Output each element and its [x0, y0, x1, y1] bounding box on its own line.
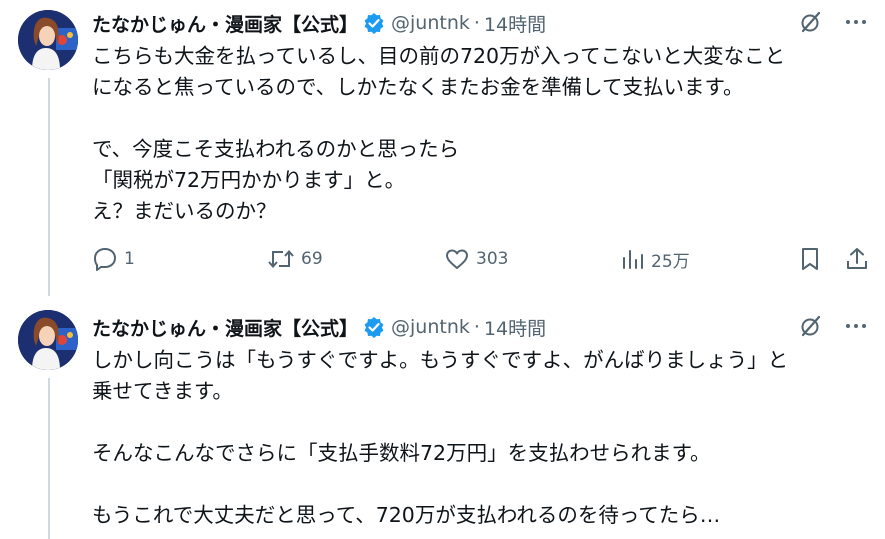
- tweet-text-line: もうこれで大丈夫だと思って、720万が支払われるのを待ってたら…: [92, 503, 721, 527]
- reply-count: 1: [124, 249, 135, 269]
- grok-icon[interactable]: [799, 314, 823, 338]
- tweet-text-line: になると焦っているので、しかたなくまたお金を準備して支払います。: [92, 75, 744, 99]
- tweet-header: たなかじゅん・漫画家【公式】 @juntnk · 14時間: [92, 8, 546, 38]
- view-count: 25万: [651, 251, 690, 272]
- tweet-text-line: [92, 469, 872, 500]
- bookmark-icon: [802, 248, 818, 270]
- header-separator: ·: [473, 316, 480, 338]
- header-separator: ·: [473, 12, 480, 34]
- tweet-actions: 1 69 303 25万: [92, 246, 872, 276]
- like-icon: [446, 249, 468, 269]
- share-button[interactable]: [845, 246, 869, 272]
- repost-button[interactable]: 69: [267, 246, 323, 272]
- tweet-text-line: 乗せてきます。: [92, 379, 233, 403]
- tweet-text-line: 「関税が72万円かかります」と。: [92, 168, 406, 192]
- avatar[interactable]: [18, 310, 78, 370]
- reply-button[interactable]: 1: [92, 246, 135, 272]
- bookmark-button[interactable]: [799, 246, 821, 272]
- tweet-text: しかし向こうは「もうすぐですよ。もうすぐですよ、がんばりましょう」と 乗せてきま…: [92, 345, 872, 531]
- tweet-text-line: こちらも大金を払っているし、目の前の720万が入ってこないと大変なこと: [92, 44, 786, 68]
- tweet-text-line: そんなこんなでさらに「支払手数料72万円」を支払わせられます。: [92, 441, 711, 465]
- tweet-2[interactable]: たなかじゅん・漫画家【公式】 @juntnk · 14時間 しかし向こうは「もう…: [0, 300, 885, 539]
- author-handle[interactable]: @juntnk: [391, 12, 470, 34]
- like-count: 303: [476, 249, 509, 269]
- repost-count: 69: [301, 249, 323, 269]
- share-icon: [847, 248, 867, 269]
- views-icon: [623, 250, 643, 269]
- like-button[interactable]: 303: [444, 246, 508, 272]
- tweet-time[interactable]: 14時間: [484, 10, 546, 37]
- verified-badge-icon: [364, 317, 384, 338]
- grok-icon[interactable]: [799, 10, 823, 34]
- tweet-header-icons: [799, 314, 867, 338]
- tweet-text-line: え？まだいるのか？: [92, 199, 277, 223]
- more-icon[interactable]: [845, 314, 867, 338]
- tweet-text-line: [92, 103, 872, 134]
- tweet-header-icons: [799, 10, 867, 34]
- tweet-text-line: [92, 407, 872, 438]
- avatar[interactable]: [18, 10, 78, 70]
- repost-icon: [268, 249, 294, 269]
- tweet-1[interactable]: たなかじゅん・漫画家【公式】 @juntnk · 14時間 こちらも大金を払って…: [0, 0, 885, 296]
- tweet-header: たなかじゅん・漫画家【公式】 @juntnk · 14時間: [92, 312, 546, 342]
- reply-icon: [94, 248, 116, 271]
- author-name[interactable]: たなかじゅん・漫画家【公式】: [92, 314, 358, 341]
- verified-badge-icon: [364, 13, 384, 34]
- author-name[interactable]: たなかじゅん・漫画家【公式】: [92, 10, 358, 37]
- tweet-text-line: で、今度こそ支払われるのかと思ったら: [92, 137, 460, 161]
- tweet-text-line: しかし向こうは「もうすぐですよ。もうすぐですよ、がんばりましょう」と: [92, 348, 789, 372]
- tweet-text: こちらも大金を払っているし、目の前の720万が入ってこないと大変なこと になると…: [92, 41, 872, 227]
- tweet-time[interactable]: 14時間: [484, 314, 546, 341]
- views-button[interactable]: 25万: [621, 246, 690, 272]
- author-handle[interactable]: @juntnk: [391, 316, 470, 338]
- more-icon[interactable]: [845, 10, 867, 34]
